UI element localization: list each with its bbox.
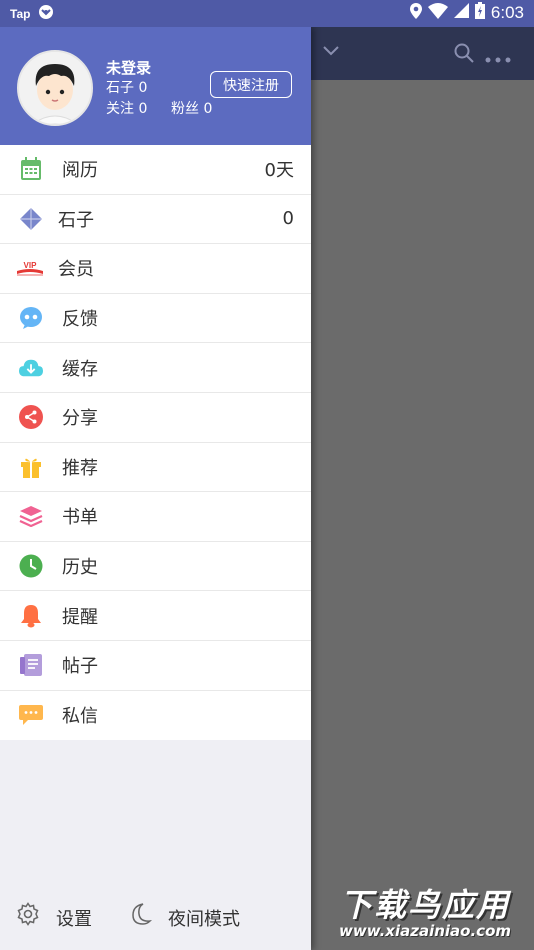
settings-button[interactable]: 设置: [56, 905, 92, 931]
menu-item-vip[interactable]: VIP 会员: [0, 244, 311, 294]
svg-text:VIP: VIP: [24, 261, 38, 270]
menu-item-label: 私信: [62, 706, 98, 728]
menu-item-label: 书单: [62, 507, 98, 529]
menu-item-label: 分享: [62, 408, 98, 430]
menu-item-history[interactable]: 历史: [0, 542, 311, 592]
vip-icon: VIP: [16, 256, 44, 280]
share-icon: [19, 405, 43, 430]
bell-icon: [19, 604, 43, 628]
battery-icon: [474, 2, 485, 24]
menu-item-feedback[interactable]: 反馈: [0, 294, 311, 344]
menu-item-posts[interactable]: 帖子: [0, 641, 311, 691]
menu-item-value: 0天: [264, 160, 294, 182]
menu-item-booklist[interactable]: 书单: [0, 492, 311, 542]
stones-count: 石子 0: [106, 80, 148, 96]
location-icon: [409, 2, 422, 24]
menu-item-label: 帖子: [62, 656, 98, 678]
menu-item-value: 0: [282, 208, 294, 230]
drawer-footer: 设置 夜间模式: [0, 886, 311, 950]
menu-item-share[interactable]: 分享: [0, 393, 311, 443]
wifi-icon: [427, 2, 448, 24]
username: 未登录: [106, 59, 152, 77]
menu-item-label: 会员: [58, 259, 94, 281]
chevron-down-icon: [322, 42, 340, 61]
app-notification-icon: [38, 4, 54, 23]
navigation-drawer: 未登录 石子 0 关注 0 粉丝 0 快速注册 阅历 0天 石子 0 VIP 会…: [0, 27, 311, 950]
cloud-download-icon: [19, 356, 43, 380]
follow-count: 关注 0: [106, 101, 148, 117]
search-icon: [454, 43, 474, 67]
feedback-icon: [19, 306, 43, 330]
menu-item-label: 历史: [62, 557, 98, 579]
signal-icon: [453, 3, 469, 23]
menu-item-reading[interactable]: 阅历 0天: [0, 145, 311, 195]
menu-item-label: 石子: [58, 209, 94, 231]
menu-list: 阅历 0天 石子 0 VIP 会员 反馈 缓存 分享 推荐 书单 历史 提醒 帖…: [0, 145, 311, 741]
avatar[interactable]: [17, 50, 93, 126]
menu-item-label: 阅历: [62, 160, 98, 182]
more-icon: [485, 48, 511, 67]
gear-icon[interactable]: [16, 902, 40, 930]
gift-icon: [19, 455, 43, 479]
diamond-icon: [19, 207, 43, 231]
moon-icon[interactable]: [128, 902, 153, 930]
watermark: 下载鸟应用 www.xiazainiao.com: [320, 876, 530, 946]
layers-icon: [19, 504, 43, 528]
menu-item-recommend[interactable]: 推荐: [0, 443, 311, 493]
calendar-icon: [19, 157, 43, 181]
message-icon: [19, 703, 43, 727]
clock-icon: [19, 554, 43, 578]
menu-item-reminder[interactable]: 提醒: [0, 591, 311, 641]
profile-header: 未登录 石子 0 关注 0 粉丝 0 快速注册: [0, 27, 311, 145]
watermark-url: www.xiazainiao.com: [338, 922, 512, 940]
status-bar: Tap 6:03: [0, 0, 534, 27]
fans-count: 粉丝 0: [171, 101, 213, 117]
night-mode-button[interactable]: 夜间模式: [168, 905, 240, 931]
menu-item-stones[interactable]: 石子 0: [0, 195, 311, 245]
post-icon: [19, 653, 43, 677]
watermark-title: 下载鸟应用: [339, 886, 510, 924]
menu-item-label: 提醒: [62, 606, 98, 628]
menu-item-label: 推荐: [62, 457, 98, 479]
menu-item-cache[interactable]: 缓存: [0, 343, 311, 393]
menu-item-label: 缓存: [62, 358, 98, 380]
menu-item-messages[interactable]: 私信: [0, 691, 311, 741]
quick-register-button[interactable]: 快速注册: [210, 71, 292, 98]
carrier-label: Tap: [10, 6, 31, 21]
clock-time: 6:03: [490, 3, 524, 22]
menu-item-label: 反馈: [62, 309, 98, 331]
